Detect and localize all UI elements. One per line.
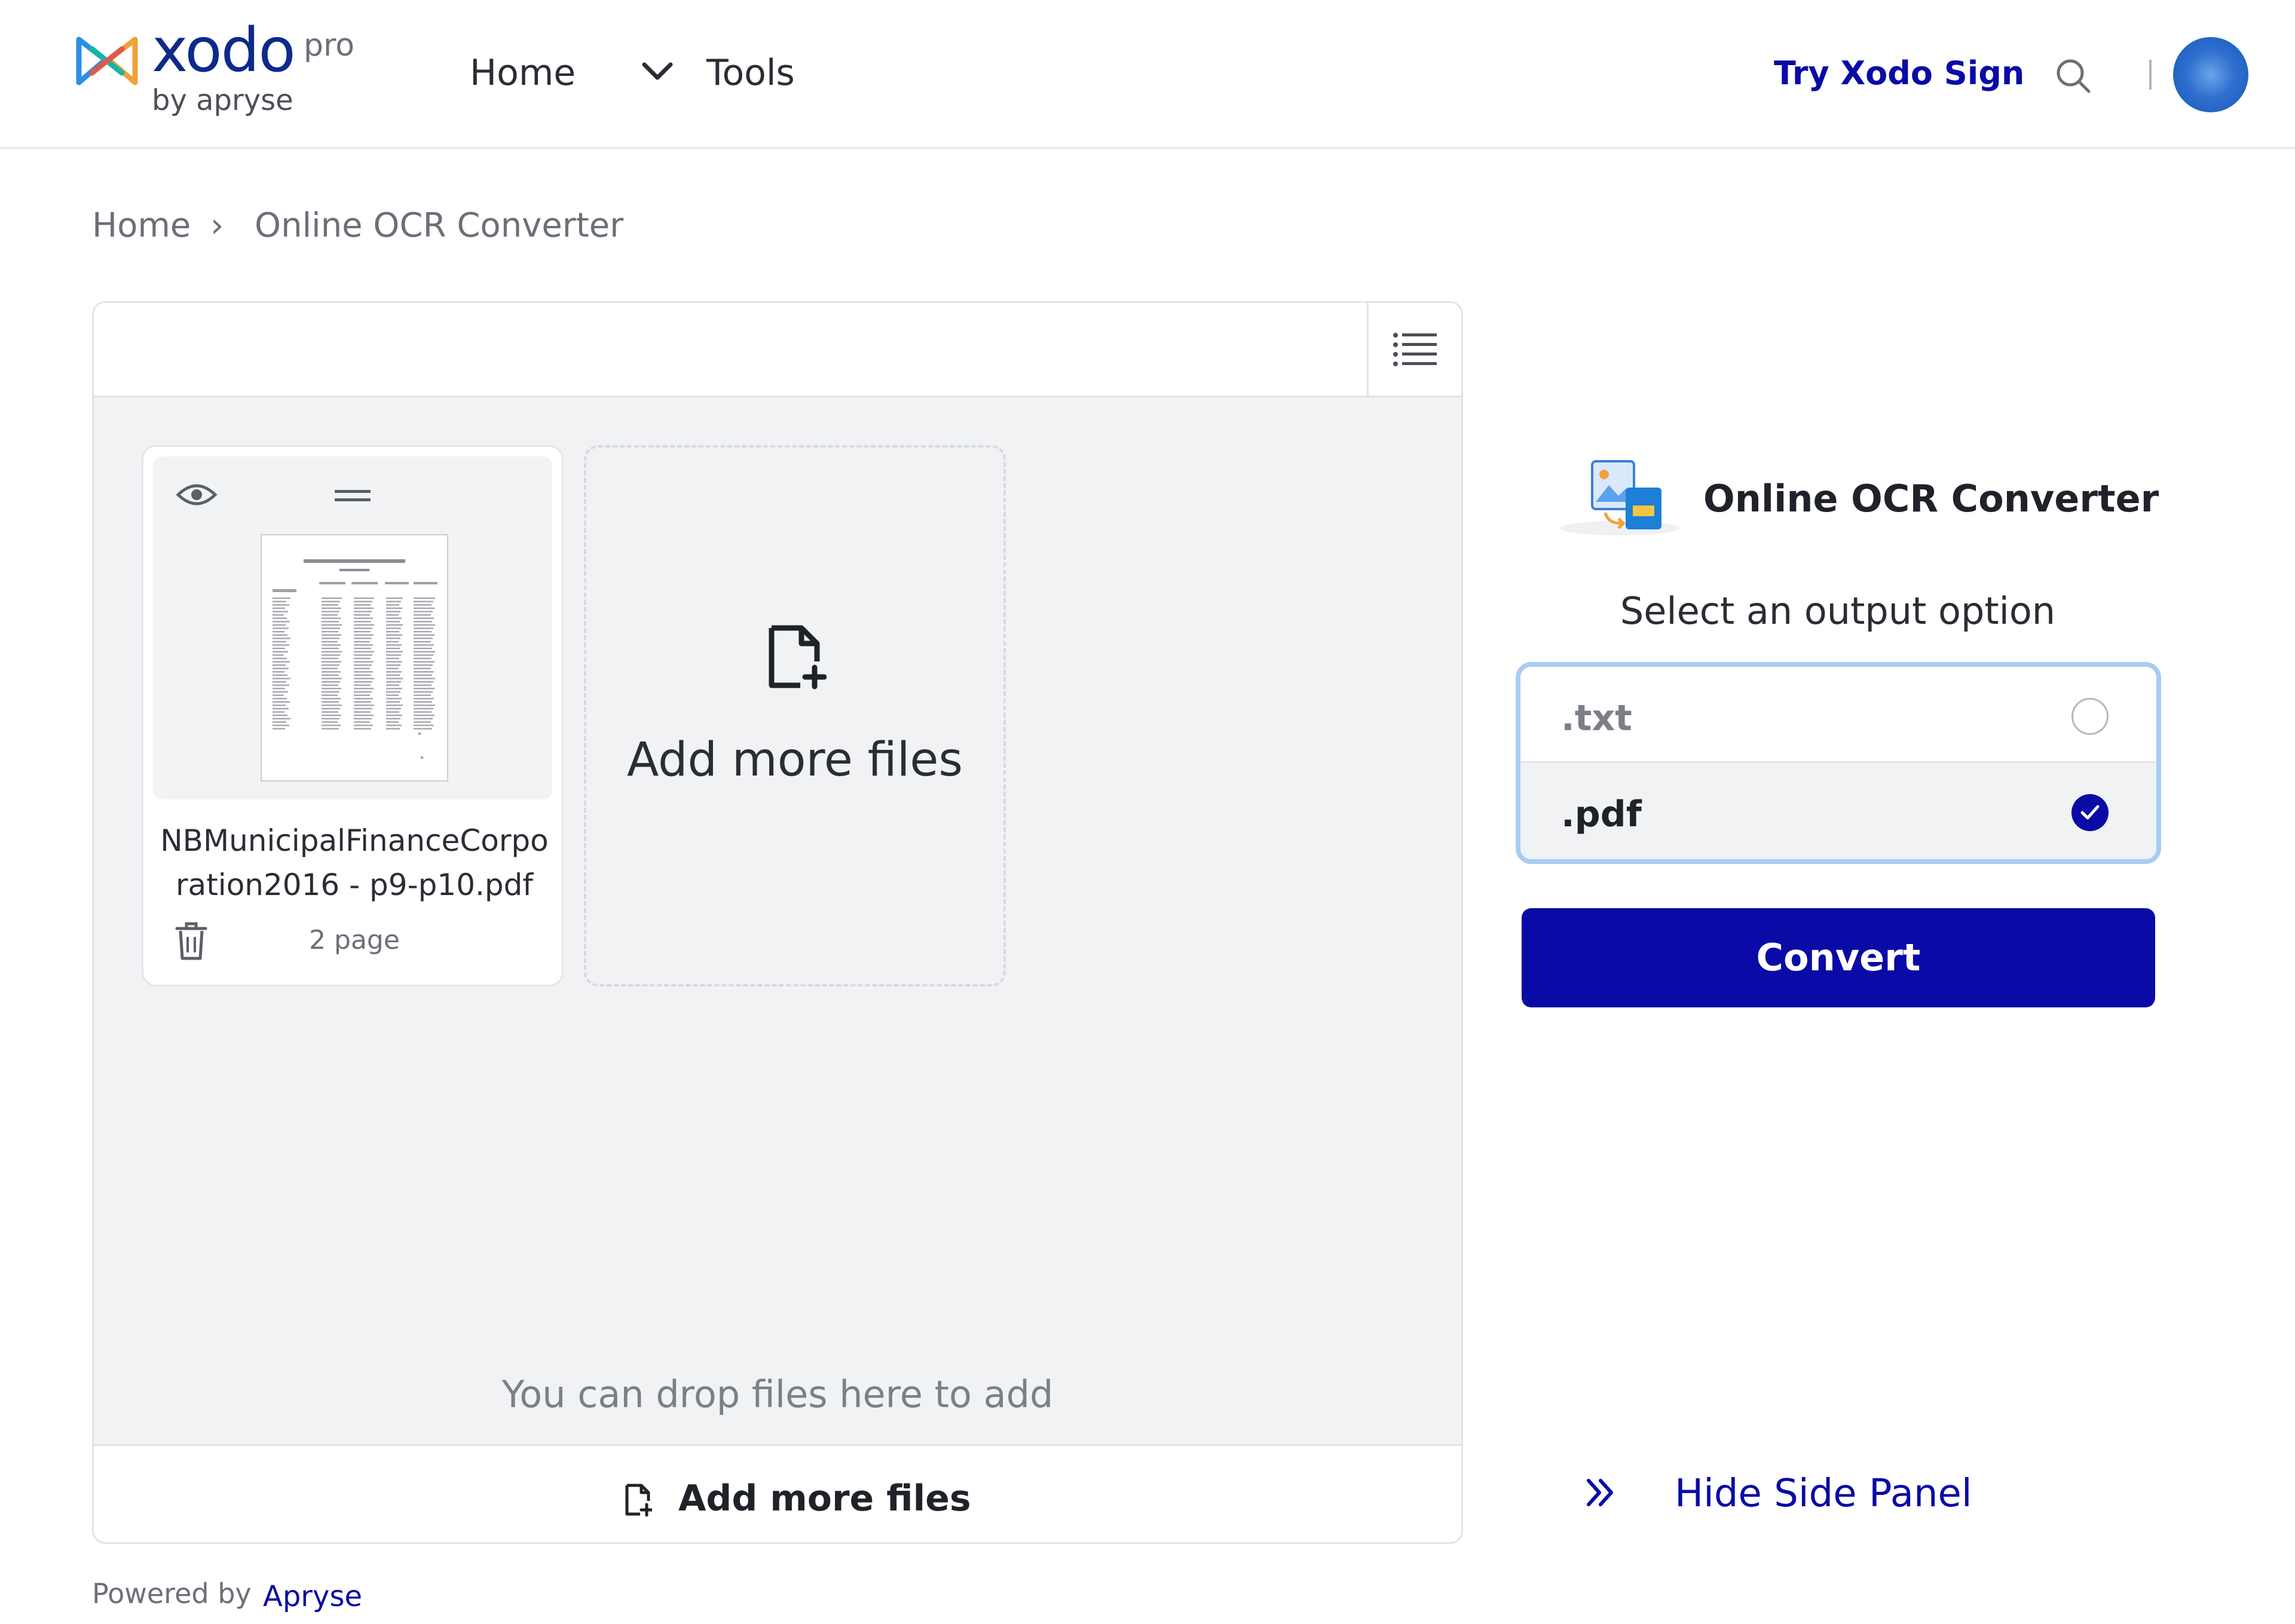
convert-button[interactable]: Convert — [1522, 908, 2155, 1007]
files-toolbar — [94, 303, 1461, 397]
file-name: NBMunicipalFinanceCorporation2016 - p9-p… — [160, 823, 549, 902]
user-avatar[interactable] — [2173, 37, 2248, 112]
table-lines — [273, 597, 435, 730]
document-preview-graphic — [273, 559, 437, 759]
apryse-link[interactable]: Apryse — [263, 1582, 362, 1611]
search-icon[interactable] — [2055, 57, 2092, 94]
ocr-converter-icon — [1560, 460, 1679, 535]
logo-wordmark: xodo — [152, 15, 296, 86]
top-nav: xodo pro by apryse Home Tools Try Xodo S… — [0, 0, 2295, 149]
breadcrumb-separator: › — [210, 206, 224, 245]
option-txt[interactable]: .txt — [1520, 667, 2156, 763]
add-more-files-button[interactable]: Add more files — [94, 1446, 1461, 1542]
file-plus-icon — [769, 625, 827, 690]
xodo-logo[interactable]: xodo pro by apryse — [74, 20, 385, 122]
nav-home-link[interactable]: Home — [470, 55, 576, 91]
tool-title: Online OCR Converter — [1703, 477, 2159, 520]
list-view-icon — [1393, 333, 1437, 366]
option-txt-label: .txt — [1561, 697, 1632, 739]
output-option-label: Select an output option — [1620, 589, 2056, 633]
add-more-files-label: Add more files — [626, 733, 963, 787]
option-pdf-label: .pdf — [1561, 793, 1642, 835]
add-more-files-tile[interactable]: Add more files — [584, 445, 1006, 986]
powered-by-label: Powered by — [92, 1577, 252, 1610]
add-more-files-button-label: Add more files — [678, 1478, 971, 1519]
file-plus-icon — [625, 1484, 652, 1516]
checkmark-icon — [2080, 805, 2100, 820]
chevron-down-icon[interactable] — [641, 60, 674, 84]
hide-side-panel-label: Hide Side Panel — [1675, 1472, 1972, 1516]
file-thumbnail-area — [153, 456, 552, 799]
drop-hint: You can drop files here to add — [501, 1372, 1054, 1416]
xodo-logo-icon — [76, 36, 138, 85]
nav-divider — [2149, 60, 2152, 90]
logo-pro-label: pro — [304, 27, 355, 63]
file-drop-area[interactable]: NBMunicipalFinanceCorporation2016 - p9-p… — [94, 397, 1461, 1444]
try-xodo-sign-link[interactable]: Try Xodo Sign — [1774, 57, 2024, 90]
files-footer: Add more files — [94, 1444, 1461, 1542]
nav-tools-menu[interactable]: Tools — [706, 55, 795, 91]
app-root: xodo pro by apryse Home Tools Try Xodo S… — [0, 0, 2295, 1624]
option-pdf[interactable]: .pdf — [1520, 763, 2156, 859]
convert-button-label: Convert — [1756, 936, 1921, 979]
list-view-button[interactable] — [1367, 303, 1461, 397]
files-panel: NBMunicipalFinanceCorporation2016 - p9-p… — [92, 301, 1463, 1544]
output-options: .txt .pdf — [1516, 662, 2161, 864]
file-card[interactable]: NBMunicipalFinanceCorporation2016 - p9-p… — [142, 445, 564, 986]
option-txt-radio[interactable] — [2071, 698, 2109, 735]
double-chevron-right-icon — [1587, 1479, 1613, 1506]
page-thumbnail — [261, 534, 448, 782]
drag-handle-icon[interactable] — [335, 488, 371, 505]
page-count: 2 page — [309, 925, 400, 955]
hide-side-panel-button[interactable]: Hide Side Panel — [1584, 1467, 2038, 1521]
breadcrumb-home[interactable]: Home — [92, 209, 191, 243]
option-pdf-radio[interactable] — [2071, 794, 2109, 831]
breadcrumb-current: Online OCR Converter — [255, 206, 624, 245]
logo-byline: by apryse — [152, 84, 293, 117]
eye-icon[interactable] — [176, 480, 218, 509]
